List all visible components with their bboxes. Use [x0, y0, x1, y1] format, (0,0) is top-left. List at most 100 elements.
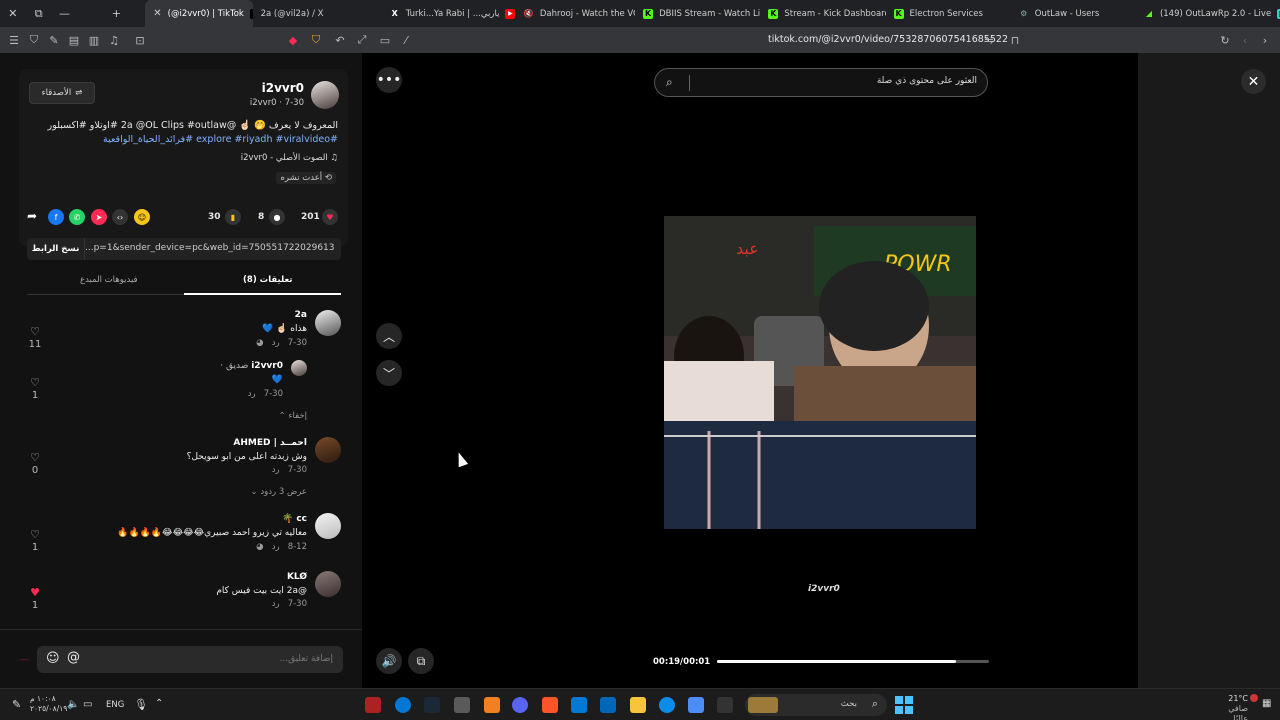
chevron-up-icon[interactable]: ⌃ — [155, 698, 163, 709]
sound-row[interactable]: ♫ الصوت الأصلي - i2vvr0 — [241, 153, 338, 163]
app-icon[interactable] — [395, 697, 411, 713]
taskbar-search[interactable]: بحث ⌕ — [745, 694, 887, 716]
new-tab-button[interactable]: + — [103, 7, 129, 20]
app-icon[interactable] — [717, 697, 733, 713]
reply-button[interactable]: رد — [272, 542, 280, 552]
emoji-picker-icon[interactable]: ☺ — [46, 651, 60, 666]
comment-like[interactable]: ♡ 0 — [26, 451, 44, 476]
emoji-icon[interactable]: ☺ — [134, 209, 150, 225]
windows-start-icon[interactable] — [895, 696, 913, 714]
tab-kick-dashboard[interactable]: K Stream - Kick Dashboard — [760, 0, 886, 27]
related-search-input[interactable]: ⌕ العثور على محتوى ذي صلة — [654, 68, 988, 97]
volume-icon[interactable]: 🔈 — [67, 699, 79, 710]
share-icon[interactable]: ➦ — [27, 209, 37, 223]
comment-like[interactable]: ♥ 1 — [26, 586, 44, 611]
heart-outline-icon[interactable]: ♡ — [26, 528, 44, 541]
tab-dbiis[interactable]: K DBIIS Stream - Watch Live — [635, 0, 760, 27]
minimize-window-icon[interactable]: — — [52, 7, 78, 20]
close-window-icon[interactable]: ✕ — [0, 7, 26, 20]
tab-tiktok[interactable]: ✕ (@i2vvr0) | TikTok ♪ — [145, 0, 253, 27]
brave-shield-icon[interactable]: ⛉ — [306, 33, 326, 47]
embed-icon[interactable]: ‹› — [112, 209, 128, 225]
heart-icon[interactable]: ♥ — [322, 209, 338, 225]
clock[interactable]: ١٠:٠٨ م ٢٠٢٥/٠٨/١٩ — [30, 694, 67, 714]
tab-creator-videos[interactable]: فيديوهات المبدع — [80, 275, 138, 285]
progress-track[interactable] — [717, 660, 989, 663]
comment-author[interactable]: i2vvr0 — [251, 361, 283, 371]
brave-icon[interactable] — [542, 697, 558, 713]
tab-electron[interactable]: K Electron Services — [886, 0, 1011, 27]
close-button[interactable]: ✕ — [1241, 69, 1266, 94]
facebook-icon[interactable]: f — [48, 209, 64, 225]
reply-button[interactable]: رد — [272, 465, 280, 475]
heart-outline-icon[interactable]: ♡ — [26, 325, 44, 338]
comment-author[interactable]: cc 🌴 — [282, 514, 307, 524]
language-indicator[interactable]: ENG — [106, 700, 124, 710]
view-replies-button[interactable]: عرض 3 ردود ⌄ — [251, 487, 307, 497]
comment-like[interactable]: ♡ 11 — [26, 325, 44, 350]
screenshot-icon[interactable]: ⊡ — [130, 34, 150, 47]
adblock-icon[interactable]: ◆ — [283, 34, 303, 47]
link-text[interactable]: ...p=1&sender_device=pc&web_id=750551722… — [85, 243, 335, 253]
more-options-button[interactable]: ••• — [376, 67, 402, 93]
store-icon[interactable] — [600, 697, 616, 713]
copy-link-button[interactable]: نسخ الرابط — [27, 238, 85, 260]
send-icon[interactable]: ➤ — [91, 209, 107, 225]
tab-x[interactable]: 2a (@vil2a) / X — [253, 0, 382, 27]
cast-icon[interactable]: ▭ — [375, 34, 395, 47]
bookmark-icon[interactable]: ⊓ — [1005, 34, 1025, 47]
search-icon[interactable]: ⌕ — [666, 75, 673, 90]
mention-icon[interactable]: @ — [67, 650, 80, 665]
pen-icon[interactable]: ✎ — [12, 698, 21, 711]
avatar[interactable] — [315, 513, 341, 539]
back-icon[interactable]: ↶ — [330, 34, 350, 47]
tab-outlawrp[interactable]: ◢ (149) OutLawRp 2.0 - Live ▣ — [1136, 0, 1280, 27]
heart-outline-icon[interactable]: ♡ — [26, 451, 44, 464]
heart-outline-icon[interactable]: ♡ — [26, 376, 44, 389]
caption-line-1[interactable]: المعروف لا يعرف 🤭 ☝🏻 @2a @OL Clips #outl… — [28, 119, 338, 133]
tab-youtube[interactable]: X Turki...Ya Rabi | ...ياربي ▶ — [382, 0, 516, 27]
bookmark-icon[interactable]: ▮ — [225, 209, 241, 225]
app-icon[interactable] — [365, 697, 381, 713]
translate-icon[interactable]: ⤢ — [352, 33, 372, 47]
avatar[interactable] — [291, 360, 307, 376]
hide-replies-button[interactable]: إخفاء ⌃ — [279, 411, 307, 421]
url-field[interactable]: tiktok.com/@i2vvr0/video/753287060754168… — [768, 34, 1008, 45]
app-icon[interactable] — [484, 697, 500, 713]
avatar[interactable] — [315, 437, 341, 463]
comment-author[interactable]: احمــد | AHMED — [233, 438, 307, 448]
comment-author[interactable]: KLØ — [287, 572, 307, 582]
caption-line-2[interactable]: #explore #riyadh #viralvideo #فرائد_الحي… — [28, 133, 338, 147]
reply-button[interactable]: رد — [248, 389, 256, 399]
tab-dahrooj[interactable]: 🔇 Dahrooj - Watch the VOD — [516, 0, 635, 27]
tab-outlaw-users[interactable]: ⚙ OutLaw - Users — [1011, 0, 1136, 27]
comment-author[interactable]: 2a — [295, 310, 307, 320]
avatar[interactable] — [315, 310, 341, 336]
widgets-icon[interactable]: ▦ — [1262, 698, 1271, 709]
whatsapp-icon[interactable]: ✆ — [69, 209, 85, 225]
network-icon[interactable]: ▭ — [83, 699, 92, 710]
pip-button[interactable]: ⧉ — [408, 648, 434, 674]
steam-icon[interactable] — [424, 697, 440, 713]
tab-comments[interactable]: تعليقات (8) — [243, 275, 292, 285]
tabs-icon[interactable]: ▤ — [64, 34, 84, 47]
avatar[interactable] — [315, 571, 341, 597]
previous-video-button[interactable]: ︿ — [376, 323, 402, 349]
reply-button[interactable]: رد — [272, 338, 280, 348]
copilot-icon[interactable] — [688, 697, 704, 713]
comment-like[interactable]: ♡ 1 — [26, 528, 44, 553]
outlook-icon[interactable] — [571, 697, 587, 713]
discord-icon[interactable] — [512, 697, 528, 713]
author-username[interactable]: i2vvr0 — [262, 81, 304, 95]
friends-button[interactable]: الأصدقاء ⇌ — [29, 82, 95, 104]
wand-icon[interactable]: ⁄ — [396, 34, 416, 47]
reply-button[interactable]: رد — [272, 599, 280, 609]
sidebar-icon[interactable]: ▥ — [84, 34, 104, 47]
back-nav-icon[interactable]: ‹ — [1235, 34, 1255, 47]
close-icon[interactable]: ✕ — [153, 8, 161, 19]
app-icon[interactable] — [454, 697, 470, 713]
next-video-button[interactable]: ﹀ — [376, 360, 402, 386]
microphone-icon[interactable]: 🎙 — [134, 698, 148, 711]
edge-icon[interactable] — [659, 697, 675, 713]
menu-icon[interactable]: ☰ — [4, 34, 24, 47]
